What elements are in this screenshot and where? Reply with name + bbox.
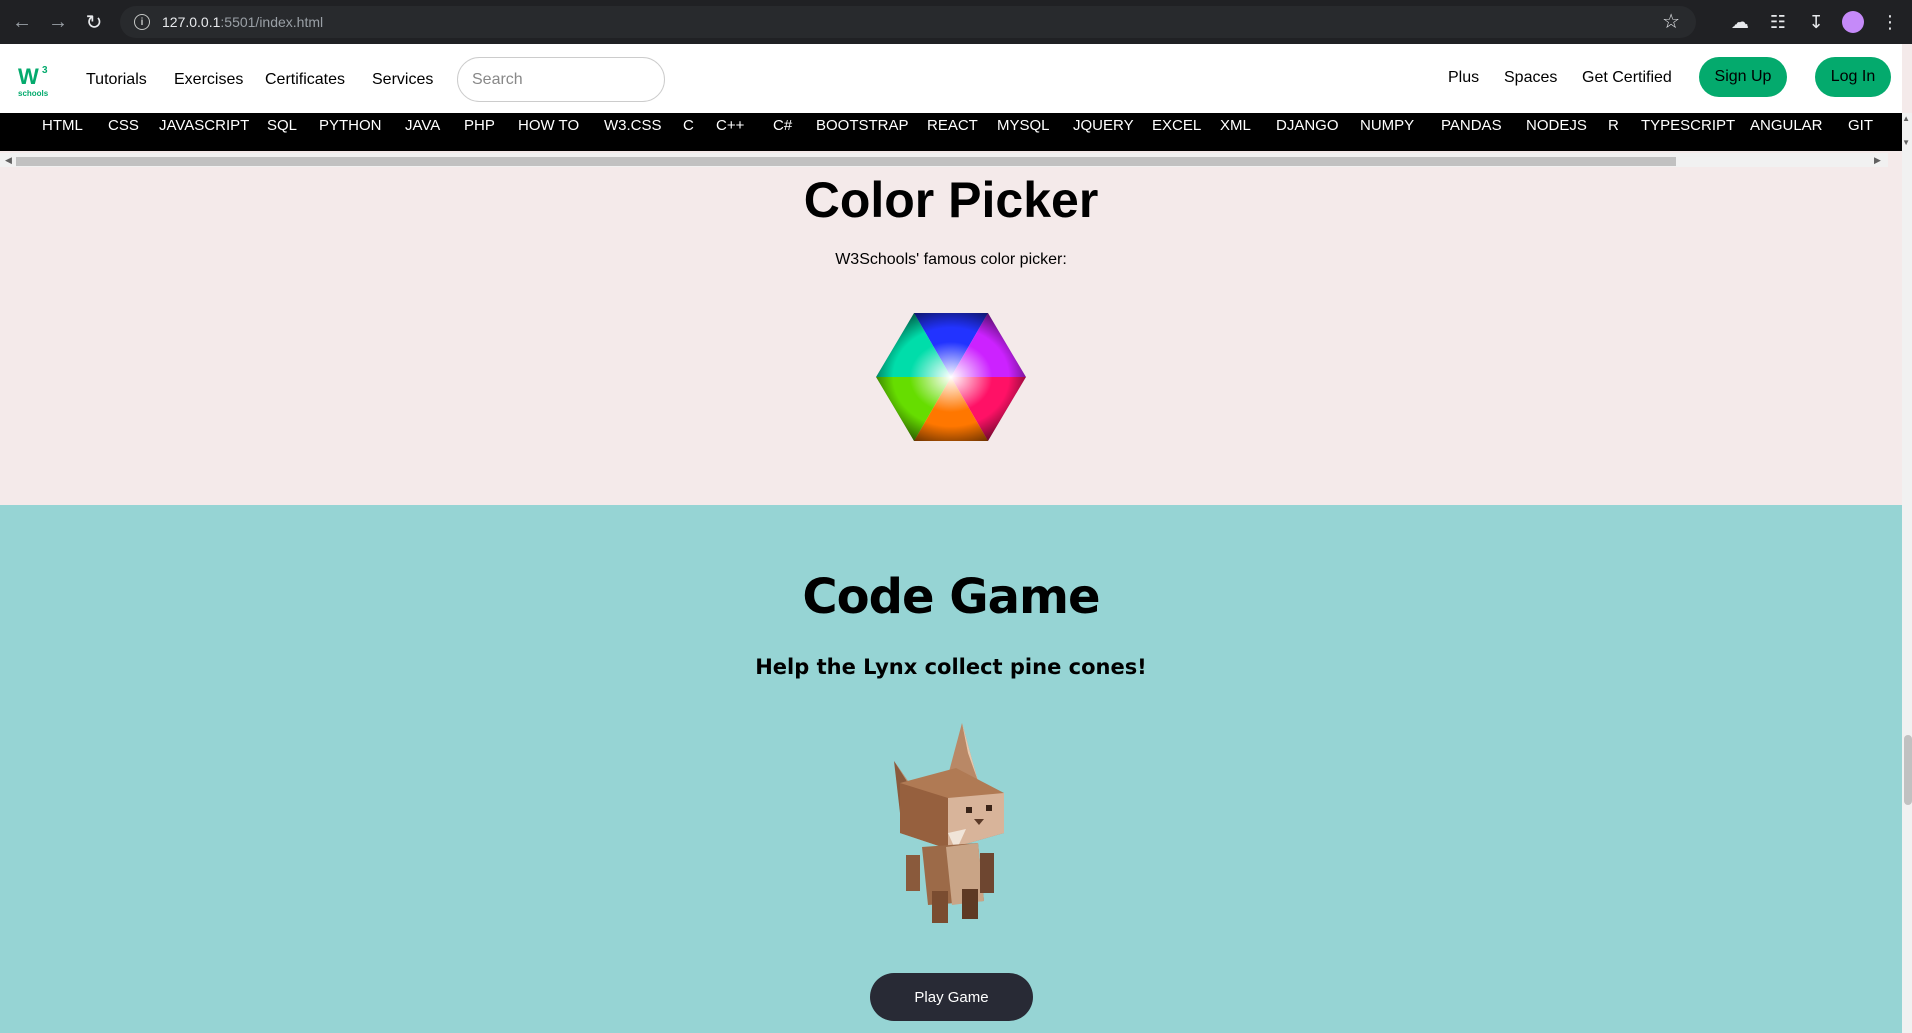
subject-w3css[interactable]: W3.CSS: [604, 117, 662, 134]
subject-csharp[interactable]: C#: [773, 117, 792, 134]
subject-css[interactable]: CSS: [108, 117, 139, 134]
color-picker-title: Color Picker: [803, 172, 1099, 228]
subject-bar: HTML CSS JAVASCRIPT SQL PYTHON JAVA PHP …: [0, 113, 1902, 151]
svg-text:3: 3: [42, 65, 48, 76]
subject-pandas[interactable]: PANDAS: [1441, 117, 1502, 134]
subject-xml[interactable]: XML: [1220, 117, 1251, 134]
nav-plus[interactable]: Plus: [1448, 69, 1479, 87]
browser-menu-icon[interactable]: ⋮: [1878, 12, 1902, 33]
log-in-button[interactable]: Log In: [1815, 57, 1891, 97]
nav-tutorials[interactable]: Tutorials: [86, 71, 147, 89]
download-icon[interactable]: ↧: [1804, 12, 1828, 33]
subject-php[interactable]: PHP: [464, 117, 495, 134]
scroll-up-icon[interactable]: ▲: [1902, 114, 1910, 123]
subject-sql[interactable]: SQL: [267, 117, 297, 134]
nav-services[interactable]: Services: [372, 71, 433, 89]
svg-text:W: W: [18, 64, 39, 89]
logo-text: schools: [18, 89, 49, 98]
color-picker-hexagon[interactable]: [876, 313, 1026, 441]
forward-icon[interactable]: →: [40, 4, 76, 40]
scroll-down-icon[interactable]: ▼: [1902, 138, 1910, 147]
subject-bar-scroll-thumb[interactable]: [16, 157, 1676, 166]
lynx-mascot-image: [894, 723, 1004, 923]
page-scroll-thumb[interactable]: [1904, 735, 1912, 805]
subject-javascript[interactable]: JAVASCRIPT: [159, 117, 249, 134]
subject-angular[interactable]: ANGULAR: [1750, 117, 1823, 134]
color-picker-subtitle: W3Schools' famous color picker:: [835, 251, 1067, 268]
subject-excel[interactable]: EXCEL: [1152, 117, 1201, 134]
browser-toolbar: ← → ↻ i 127.0.0.1:5501/index.html ☆ ☁ ☷ …: [0, 0, 1912, 44]
top-navigation: W 3 schools Tutorials Exercises Certific…: [0, 44, 1902, 113]
url-path: :5501/index.html: [220, 14, 324, 30]
w3schools-logo[interactable]: W 3 schools: [18, 64, 52, 98]
site-info-icon[interactable]: i: [134, 14, 150, 30]
nav-exercises[interactable]: Exercises: [174, 71, 243, 89]
subject-nodejs[interactable]: NODEJS: [1526, 117, 1587, 134]
extension-cloud-icon[interactable]: ☁: [1728, 12, 1752, 33]
subject-bootstrap[interactable]: BOOTSTRAP: [816, 117, 909, 134]
scroll-left-icon[interactable]: ◀: [5, 155, 12, 166]
profile-avatar[interactable]: [1842, 11, 1864, 33]
code-game-subtitle: Help the Lynx collect pine cones!: [755, 655, 1147, 679]
scroll-right-icon[interactable]: ▶: [1874, 155, 1881, 166]
subject-react[interactable]: REACT: [927, 117, 978, 134]
bookmark-star-icon[interactable]: ☆: [1662, 9, 1680, 34]
sign-up-button[interactable]: Sign Up: [1699, 57, 1787, 97]
nav-spaces[interactable]: Spaces: [1504, 69, 1557, 87]
subject-git[interactable]: GIT: [1848, 117, 1873, 134]
subject-how-to[interactable]: HOW TO: [518, 117, 579, 134]
subject-typescript[interactable]: TYPESCRIPT: [1641, 117, 1735, 134]
code-game-section: Code Game Help the Lynx collect pine con…: [0, 505, 1902, 1033]
subject-python[interactable]: PYTHON: [319, 117, 382, 134]
subject-html[interactable]: HTML: [42, 117, 83, 134]
nav-get-certified[interactable]: Get Certified: [1582, 69, 1672, 87]
subject-django[interactable]: DJANGO: [1276, 117, 1339, 134]
back-icon[interactable]: ←: [4, 4, 40, 40]
subject-c[interactable]: C: [683, 117, 694, 134]
page-scrollbar[interactable]: [1902, 113, 1912, 1033]
subject-cpp[interactable]: C++: [716, 117, 744, 134]
url-host: 127.0.0.1: [162, 14, 221, 30]
search-input[interactable]: [457, 57, 665, 102]
play-game-button[interactable]: Play Game: [870, 973, 1033, 1021]
address-bar[interactable]: i 127.0.0.1:5501/index.html ☆: [120, 6, 1696, 38]
subject-mysql[interactable]: MYSQL: [997, 117, 1050, 134]
extensions-puzzle-icon[interactable]: ☷: [1766, 12, 1790, 33]
subject-r[interactable]: R: [1608, 117, 1619, 134]
code-game-title: Code Game: [802, 569, 1100, 625]
subject-java[interactable]: JAVA: [405, 117, 440, 134]
color-picker-section: Color Picker W3Schools' famous color pic…: [0, 167, 1902, 505]
subject-jquery[interactable]: JQUERY: [1073, 117, 1134, 134]
subject-numpy[interactable]: NUMPY: [1360, 117, 1414, 134]
nav-certificates[interactable]: Certificates: [265, 71, 345, 89]
reload-icon[interactable]: ↻: [76, 4, 112, 40]
